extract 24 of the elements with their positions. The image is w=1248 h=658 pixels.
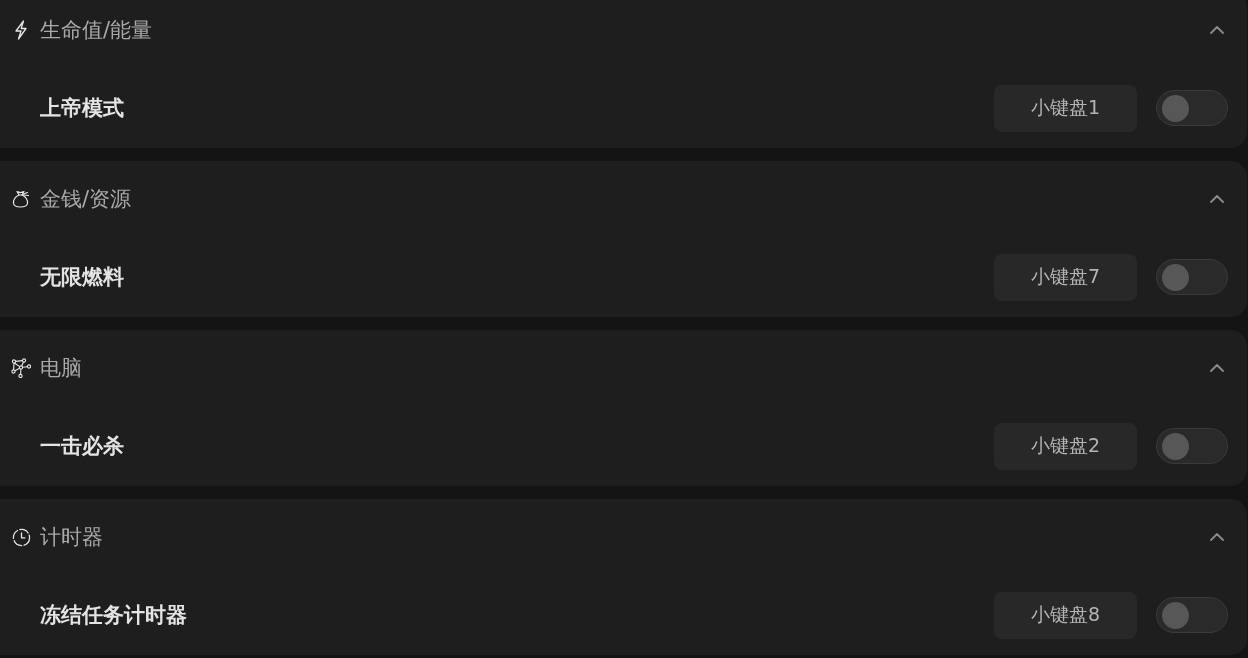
hotkey-button[interactable]: 小键盘2: [994, 422, 1137, 470]
toggle-switch[interactable]: [1156, 259, 1228, 295]
hotkey-button[interactable]: 小键盘7: [994, 253, 1137, 301]
chevron-up-icon[interactable]: [1210, 26, 1224, 34]
chevron-up-icon[interactable]: [1210, 195, 1224, 203]
hotkey-button[interactable]: 小键盘8: [994, 591, 1137, 639]
money-bag-icon: [12, 190, 30, 208]
network-nodes-icon: [11, 358, 31, 378]
section-title: 金钱/资源: [40, 186, 132, 213]
lightning-icon: [14, 20, 28, 40]
hotkey-button[interactable]: 小键盘1: [994, 84, 1137, 132]
section-title: 计时器: [40, 524, 103, 551]
cheat-label: 上帝模式: [40, 95, 124, 122]
cheat-label: 无限燃料: [40, 264, 124, 291]
cheat-label: 冻结任务计时器: [40, 602, 187, 629]
section-title: 电脑: [40, 355, 82, 382]
toggle-switch[interactable]: [1156, 428, 1228, 464]
chevron-up-icon[interactable]: [1210, 533, 1224, 541]
section-title: 生命值/能量: [40, 17, 153, 44]
chevron-up-icon[interactable]: [1210, 364, 1224, 372]
toggle-switch[interactable]: [1156, 597, 1228, 633]
cheat-label: 一击必杀: [40, 433, 124, 460]
toggle-switch[interactable]: [1156, 90, 1228, 126]
clock-icon: [11, 527, 31, 547]
